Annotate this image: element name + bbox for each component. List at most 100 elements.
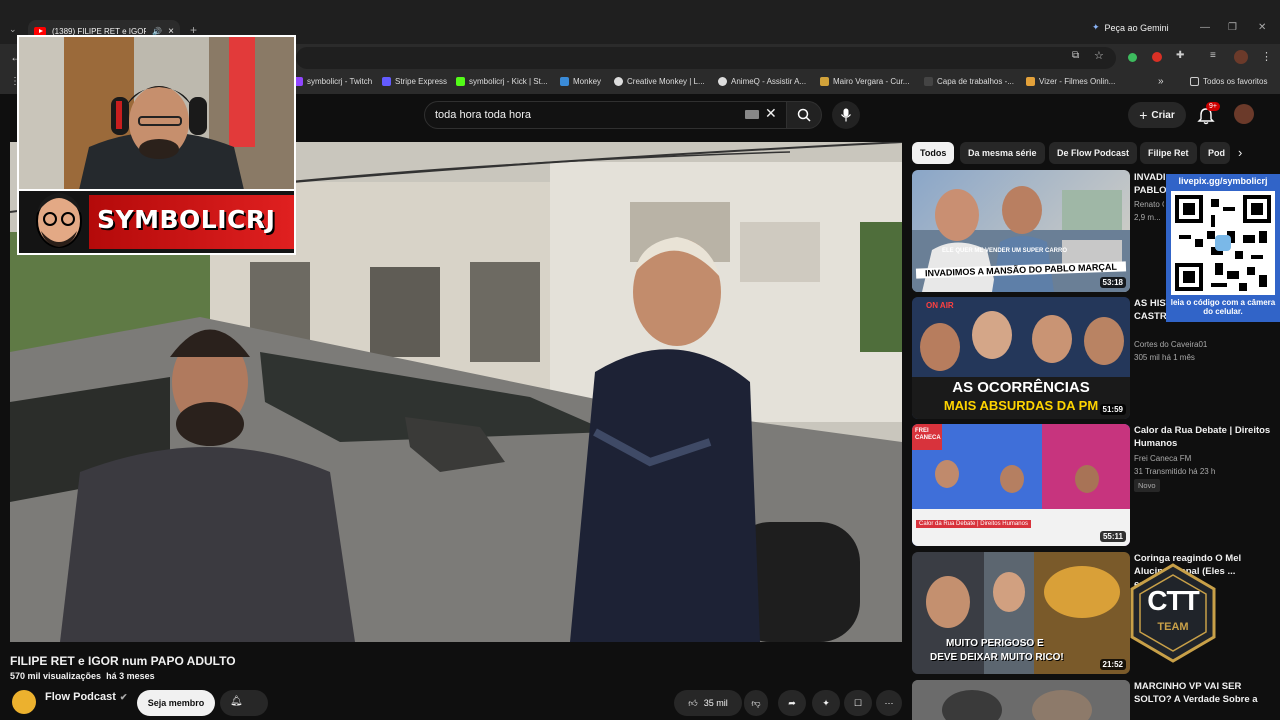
new-badge: Novo [1134,479,1160,492]
streamer-cartoon-avatar [36,193,82,248]
bookmark-item[interactable]: symbolicrj - Twitch [294,77,372,86]
omnibox[interactable] [296,47,1116,69]
voice-search-button[interactable] [832,101,860,129]
cast-icon[interactable]: ⧉ [1072,50,1079,61]
recommendation-meta: 2,9 m... [1134,213,1161,222]
keyboard-icon[interactable] [745,110,759,119]
ctt-letters: CTT [1147,585,1199,616]
bookmark-item[interactable]: Monkey [560,77,601,86]
bookmark-item[interactable]: AnimeQ - Assistir A... [718,77,806,86]
bookmark-item[interactable]: symbolicrj - Kick | St... [456,77,548,86]
recommendation-thumbnail[interactable]: ON AIR AS OCORRÊNCIAS MAIS ABSURDAS DA P… [912,297,1130,419]
share-arrow-icon: ➦ [788,697,796,708]
video-meta: 570 mil visualizações há 3 meses [10,671,155,681]
upload-age: há 3 meses [106,671,155,681]
chip-flow-podcast[interactable]: De Flow Podcast [1049,142,1138,164]
recommendation-thumbnail[interactable]: FREI CANECA Calor da Rua Debate | Direito… [912,424,1130,546]
search-query-text: toda hora toda hora [435,109,532,121]
create-button[interactable]: + Criar [1128,102,1186,128]
like-button[interactable]: 👍︎ 35 mil [674,690,742,716]
video-duration: 21:52 [1099,659,1126,670]
bell-icon: 🔔︎ [230,696,243,707]
extensions-puzzle-icon[interactable]: ✚ [1176,50,1184,61]
stripe-icon [382,77,391,86]
globe-icon [718,77,727,86]
video-duration: 55:11 [1099,531,1126,542]
chip-filipe-ret[interactable]: Filipe Ret [1140,142,1197,164]
account-avatar[interactable] [1234,104,1254,124]
qr-code-image [1171,191,1275,295]
vizer-icon [1026,77,1035,86]
recommendation-title[interactable]: INVADI... PABLO... [1134,171,1168,197]
recommendation-thumbnail[interactable]: MUITO PERIGOSO E DEVE DEIXAR MUITO RICO!… [912,552,1130,674]
minimize-icon[interactable]: — [1200,22,1210,33]
channel-name-link[interactable]: Flow Podcast ✔ [45,691,127,703]
bookmark-label: Stripe Express [395,77,448,86]
sparkle-icon: ✦ [822,697,830,708]
recommendation-channel[interactable]: Renato C... [1134,200,1164,209]
thumbnail-caption: ELE QUER ME VENDER UM SUPER CARRO [942,248,1068,254]
chips-next-chevron-icon[interactable]: › [1238,145,1242,160]
thumbnail-caption: Calor da Rua Debate | Direitos Humanos [916,520,1031,528]
thumbnail-subheadline: DEVE DEIXAR MUITO RICO! [930,652,1064,663]
recommendation-channel[interactable]: Cortes do Caveira01 [1134,340,1207,349]
bookmark-star-icon[interactable]: ☆ [1094,49,1104,62]
window-close-icon[interactable]: ✕ [1258,22,1266,33]
channel-name: Flow Podcast [45,691,116,703]
bookmark-item[interactable]: Stripe Express [382,77,447,86]
ctt-team-label: TEAM [1157,621,1189,633]
search-button[interactable] [786,101,822,129]
bookmark-label: Capa de trabalhos -... [937,77,1014,86]
streamer-name: SYMBOLICRJ [97,205,276,234]
profile-avatar-icon[interactable] [1234,50,1248,64]
thumbnail-headline: MUITO PERIGOSO E [946,638,1044,649]
save-button[interactable]: ☐ [844,690,872,716]
join-membership-button[interactable]: Seja membro [137,690,215,716]
gemini-button[interactable]: ✦ Peça ao Gemini [1092,22,1169,33]
bookmark-label: Mairo Vergara - Cur... [833,77,910,86]
gemini-sparkle-icon: ✦ [1092,22,1100,32]
on-air-label: ON AIR [926,301,954,310]
frei-caneca-logo: FREI CANECA [915,428,941,441]
recommendation-thumbnail[interactable] [912,680,1130,720]
recommendation-channel[interactable]: Frei Caneca FM [1134,454,1191,463]
bookmark-label: Creative Monkey | L... [627,77,705,86]
create-label: Criar [1151,109,1175,121]
like-count: 35 mil [703,698,728,708]
bookmark-item[interactable]: Creative Monkey | L... [614,77,705,86]
recommendation-meta: 305 mil há 1 mês [1134,353,1195,362]
thumbnail-headline: AS OCORRÊNCIAS [952,379,1090,396]
channel-avatar[interactable] [12,690,36,714]
thumbs-up-icon: 👍︎ [688,697,698,708]
search-input[interactable]: toda hora toda hora ✕ [424,101,790,129]
extension-red-icon[interactable] [1152,52,1162,62]
maximize-icon[interactable]: ❐ [1228,22,1237,33]
bookmark-item[interactable]: Mairo Vergara - Cur... [820,77,909,86]
chip-podcast[interactable]: Pod [1200,142,1230,164]
recommendation-thumbnail[interactable]: ELE QUER ME VENDER UM SUPER CARRO INVADI… [912,170,1130,292]
thumbnail-subheadline: MAIS ABSURDAS DA PM [943,398,1099,413]
bookmark-item[interactable]: Vizer - Filmes Onlin... [1026,77,1115,86]
verified-check-icon: ✔ [119,691,128,702]
thanks-button[interactable]: ✦ [812,690,840,716]
reading-list-icon[interactable]: ≡ [1210,50,1216,61]
recommendation-title[interactable]: Calor da Rua Debate | Direitos Humanos [1134,424,1272,450]
bookmark-label: AnimeQ - Assistir A... [731,77,807,86]
webcam-overlay [17,35,296,192]
qr-instructions: leia o código com a câmera do celular. [1170,298,1276,316]
more-bookmarks-chevron-icon[interactable]: » [1158,76,1164,87]
all-favorites-folder[interactable]: Todos os favoritos [1190,77,1267,86]
chip-same-series[interactable]: Da mesma série [960,142,1045,164]
bookmark-item[interactable]: Capa de trabalhos -... [924,77,1014,86]
dislike-button[interactable]: 👎︎ [744,690,768,716]
recommendation-title[interactable]: MARCINHO VP VAI SER SOLTO? A Verdade Sob… [1134,680,1272,706]
browser-menu-icon[interactable]: ⋮ [1261,50,1272,63]
share-button[interactable]: ➦ [778,690,806,716]
recommendation-meta: 31 Transmitido há 23 h [1134,467,1216,476]
subscribe-bell-button[interactable]: 🔔︎ [220,690,268,716]
tab-list-chevron-icon[interactable]: ⌄ [9,24,17,35]
extension-green-icon[interactable] [1128,53,1137,62]
clear-search-icon[interactable]: ✕ [765,105,777,122]
chip-todos[interactable]: Todos [912,142,955,164]
more-actions-button[interactable]: ⋯ [876,690,902,716]
